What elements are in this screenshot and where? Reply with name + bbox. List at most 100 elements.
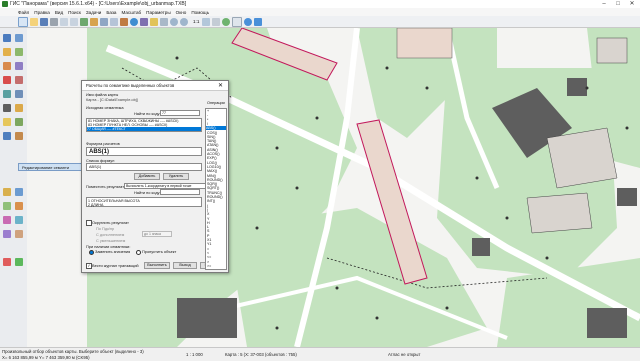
calc-icon[interactable] bbox=[3, 132, 11, 140]
pan-icon[interactable] bbox=[160, 17, 168, 26]
list-item[interactable]: 2 ДЛИНА bbox=[88, 203, 103, 207]
add-button[interactable]: Добавить bbox=[134, 173, 160, 180]
layer-down-icon[interactable] bbox=[15, 202, 23, 210]
node-icon[interactable] bbox=[15, 90, 23, 98]
new-icon[interactable] bbox=[18, 16, 28, 27]
skip-radio[interactable] bbox=[136, 250, 141, 255]
to-integer-radio[interactable]: С уменьшением bbox=[96, 238, 125, 243]
zoom-in-icon[interactable] bbox=[170, 17, 178, 26]
rotate-icon[interactable] bbox=[15, 48, 23, 56]
paint-icon[interactable] bbox=[3, 258, 11, 266]
globe-icon[interactable] bbox=[130, 17, 138, 26]
maximize-button[interactable]: □ bbox=[611, 0, 625, 8]
operation-item[interactable]: INT() bbox=[207, 199, 215, 203]
info-icon[interactable] bbox=[244, 17, 253, 26]
round-result-label: Округлить результат bbox=[92, 220, 129, 225]
layers-icon[interactable] bbox=[80, 17, 88, 26]
select-icon[interactable] bbox=[232, 16, 243, 27]
menu-tasks[interactable]: Задачи bbox=[86, 10, 101, 15]
menu-edit[interactable]: Правка bbox=[34, 10, 50, 15]
result-semantics-list[interactable]: 1 ОТНОСИТЕЛЬНАЯ ВЫСОТА 2 ДЛИНА bbox=[86, 197, 202, 207]
join-icon[interactable] bbox=[3, 90, 11, 98]
menu-file[interactable]: Файл bbox=[18, 10, 29, 15]
open-icon[interactable] bbox=[30, 17, 38, 26]
operation-item[interactable]: >= bbox=[207, 264, 211, 268]
filter-icon[interactable] bbox=[15, 216, 23, 224]
fraction-value: до 1 знака bbox=[144, 232, 161, 236]
refresh-icon[interactable] bbox=[222, 17, 231, 26]
zoom-out-icon[interactable] bbox=[180, 17, 188, 26]
find-by-code2-input[interactable] bbox=[160, 189, 200, 195]
menu-search[interactable]: Поиск bbox=[68, 10, 81, 15]
replace-values-label: Заменить значения bbox=[95, 249, 131, 254]
brush-icon[interactable] bbox=[3, 230, 11, 238]
menu-scale[interactable]: Масштаб bbox=[122, 10, 142, 15]
db-icon[interactable] bbox=[120, 17, 128, 26]
semantics-icon[interactable] bbox=[15, 104, 23, 112]
delete-button[interactable]: Удалить bbox=[163, 173, 189, 180]
redo-icon[interactable] bbox=[70, 17, 78, 26]
menu-parameters[interactable]: Параметры bbox=[146, 10, 171, 15]
place-result-label: Поместить результат в bbox=[86, 184, 128, 189]
cut-icon[interactable] bbox=[15, 76, 23, 84]
delete-icon[interactable] bbox=[3, 76, 11, 84]
table-icon[interactable] bbox=[110, 17, 118, 26]
menu-view[interactable]: Вид bbox=[55, 10, 63, 15]
stamp-icon[interactable] bbox=[15, 230, 23, 238]
find-by-code-label: Найти по коду bbox=[134, 111, 160, 116]
line-tool-icon[interactable] bbox=[15, 34, 23, 42]
zoom-1-1-button[interactable]: 1:1 bbox=[193, 19, 199, 24]
map-name-value: Карта - [С:\Data\Example.obj] bbox=[86, 97, 138, 102]
menu-database[interactable]: База bbox=[106, 10, 116, 15]
menu-window[interactable]: Окно bbox=[176, 10, 187, 15]
fraction-input[interactable]: до 1 знака bbox=[142, 231, 172, 237]
status-bar: Произвольный отбор объектов карты. Выбер… bbox=[0, 347, 640, 361]
building bbox=[587, 308, 627, 338]
3d-icon[interactable] bbox=[140, 17, 148, 26]
minimize-button[interactable]: – bbox=[597, 0, 611, 8]
building bbox=[396, 28, 453, 59]
flag-icon[interactable] bbox=[3, 188, 11, 196]
formula-list[interactable]: ABS(1) bbox=[86, 163, 202, 171]
execute-button[interactable]: Выполнить bbox=[144, 262, 170, 269]
by-digits-radio[interactable]: С дополнением bbox=[96, 232, 124, 237]
text-tool-icon[interactable] bbox=[3, 104, 11, 112]
formula-list-item[interactable]: ABS(1) bbox=[89, 165, 101, 169]
list-icon[interactable] bbox=[100, 17, 108, 26]
copy-icon[interactable] bbox=[3, 62, 11, 70]
ruler-icon[interactable] bbox=[150, 17, 158, 26]
operations-list[interactable]: + - * / ABS() COS() SIN() TAN() ATAN() ASIN() ACOS… bbox=[205, 108, 227, 270]
palette-icon[interactable] bbox=[3, 216, 11, 224]
menu-help[interactable]: Помощь bbox=[191, 10, 209, 15]
tag-icon[interactable] bbox=[15, 188, 23, 196]
print-icon[interactable] bbox=[50, 17, 58, 26]
status-message: Произвольный отбор объектов карты. Выбер… bbox=[2, 349, 144, 354]
dialog-close-icon[interactable]: ✕ bbox=[218, 82, 223, 89]
replace-radio[interactable] bbox=[89, 250, 94, 255]
fill-icon[interactable] bbox=[15, 258, 23, 266]
close-button[interactable]: ✕ bbox=[625, 0, 639, 8]
list-item-selected[interactable]: 77 ОБЩИЙ ---- #ТЕКСТ bbox=[87, 127, 201, 131]
find-code-value: 77 bbox=[162, 111, 166, 115]
window-title: ГИС "Панорама" (версия 15.6.1.x64) - [С:… bbox=[10, 1, 187, 7]
split-icon[interactable] bbox=[15, 62, 23, 70]
legend-icon[interactable] bbox=[90, 17, 98, 26]
pencil-icon[interactable] bbox=[3, 34, 11, 42]
square-icon[interactable] bbox=[15, 118, 23, 126]
semantics-edit-panel[interactable]: Редактирование семанти bbox=[18, 163, 82, 171]
by-rule-radio[interactable]: По Пдк/нр bbox=[96, 226, 114, 231]
measure-icon[interactable] bbox=[3, 118, 11, 126]
save-icon[interactable] bbox=[40, 17, 48, 26]
help-icon[interactable] bbox=[254, 17, 263, 26]
formula-input[interactable]: ABS(1) bbox=[86, 147, 202, 156]
find-by-code-input[interactable]: 77 bbox=[160, 110, 200, 116]
layer-up-icon[interactable] bbox=[3, 202, 11, 210]
zoom-fit-icon[interactable] bbox=[202, 17, 211, 26]
move-icon[interactable] bbox=[3, 48, 11, 56]
undo-icon[interactable] bbox=[60, 17, 68, 26]
shape-icon[interactable] bbox=[15, 132, 23, 140]
grid-icon[interactable] bbox=[212, 17, 221, 26]
exit-button[interactable]: Выход bbox=[173, 262, 197, 269]
source-semantics-list[interactable]: 81 НОМЕР ЗНАКА, ШТРИХА, СКВАЖИНЫ ---- #A… bbox=[86, 118, 202, 132]
building bbox=[617, 188, 637, 206]
